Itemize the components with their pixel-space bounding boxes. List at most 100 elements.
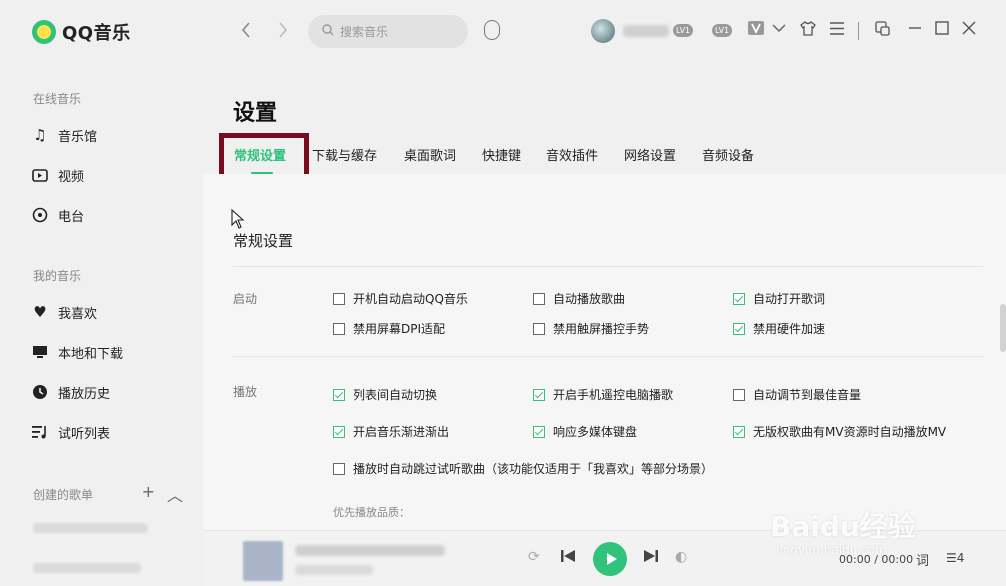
option-disable-touch-gesture[interactable]: 禁用触屏播控手势 (533, 320, 649, 337)
checkbox[interactable] (333, 292, 345, 305)
playlist-item-blurred[interactable] (33, 523, 148, 533)
sidebar-item-radio[interactable]: 电台 (31, 204, 84, 226)
checkbox-checked[interactable] (333, 425, 345, 438)
sidebar-item-trial-list[interactable]: 试听列表 (31, 421, 110, 443)
checkbox[interactable] (733, 388, 745, 401)
option-auto-mv[interactable]: 无版权歌曲有MV资源时自动播放MV (733, 423, 946, 440)
checkbox[interactable] (333, 322, 345, 335)
option-label: 开启音乐渐进渐出 (353, 425, 450, 439)
settings-header: 设置 常规设置 下载与缓存 桌面歌词 快捷键 音效插件 网络设置 音频设备 (203, 68, 1006, 186)
app-logo[interactable]: QQ音乐 (32, 19, 131, 45)
search-placeholder: 搜索音乐 (340, 25, 389, 39)
loop-icon[interactable]: ⟳ (528, 549, 540, 565)
option-auto-play[interactable]: 自动播放歌曲 (533, 290, 625, 307)
add-playlist-icon[interactable]: + (142, 482, 155, 506)
top-bar: 搜索音乐 LV1 LV1 (203, 0, 1006, 68)
tab-network[interactable]: 网络设置 (624, 145, 676, 164)
checkbox-checked[interactable] (333, 388, 345, 401)
checkbox[interactable] (333, 462, 345, 475)
voice-search-icon[interactable] (484, 20, 500, 40)
checkbox-checked[interactable] (533, 425, 545, 438)
option-label: 播放时自动跳过试听歌曲（该功能仅适用于「我喜欢」等部分场景） (353, 462, 714, 476)
back-arrow-icon[interactable] (241, 22, 251, 43)
option-phone-remote[interactable]: 开启手机遥控电脑播歌 (533, 386, 673, 403)
option-disable-dpi[interactable]: 禁用屏幕DPI适配 (333, 320, 445, 337)
video-icon (31, 166, 49, 184)
song-actions-blurred (295, 565, 373, 575)
sidebar-item-label: 音乐馆 (58, 129, 98, 145)
menu-icon[interactable] (830, 21, 844, 39)
section-created-playlists: 创建的歌单 (33, 487, 94, 502)
play-queue-button[interactable]: ☰4 (946, 551, 964, 565)
tab-shortcuts[interactable]: 快捷键 (482, 145, 521, 164)
option-label: 开机自动启动QQ音乐 (353, 292, 468, 306)
play-button[interactable] (593, 542, 627, 576)
v-badge-icon[interactable] (748, 21, 764, 39)
volume-icon[interactable]: ◐ (675, 549, 687, 565)
option-disable-hw-accel[interactable]: 禁用硬件加速 (733, 320, 825, 337)
option-list-auto-switch[interactable]: 列表间自动切换 (333, 386, 437, 403)
option-auto-volume[interactable]: 自动调节到最佳音量 (733, 386, 861, 403)
mouse-cursor-icon (231, 208, 245, 233)
collapse-icon[interactable]: ︿ (167, 482, 183, 506)
sidebar-item-favorites[interactable]: ♥ 我喜欢 (31, 301, 97, 323)
tab-desktop-lyrics[interactable]: 桌面歌词 (404, 145, 456, 164)
vip-badge[interactable]: LV1 (673, 24, 694, 37)
search-input[interactable]: 搜索音乐 (308, 15, 468, 48)
group-label-startup: 启动 (233, 292, 258, 306)
option-label: 开启手机遥控电脑播歌 (553, 388, 674, 402)
skin-icon[interactable] (800, 21, 816, 40)
sidebar-item-label: 视频 (58, 169, 85, 185)
checkbox-checked[interactable] (733, 322, 745, 335)
playlist-item-blurred[interactable] (33, 563, 141, 573)
checkbox[interactable] (533, 292, 545, 305)
tab-download-cache[interactable]: 下载与缓存 (312, 145, 377, 164)
sidebar-item-label: 本地和下载 (58, 346, 124, 362)
song-title-blurred[interactable] (295, 545, 445, 556)
sidebar-item-label: 试听列表 (58, 426, 111, 442)
checkbox[interactable] (533, 322, 545, 335)
checkbox-checked[interactable] (533, 388, 545, 401)
minimize-icon[interactable] (908, 21, 922, 39)
divider (233, 356, 983, 357)
mini-mode-icon[interactable] (875, 21, 890, 40)
quality-label: 优先播放品质： (333, 506, 410, 519)
search-icon (322, 24, 334, 39)
option-media-keys[interactable]: 响应多媒体键盘 (533, 423, 637, 440)
previous-icon[interactable] (560, 549, 576, 567)
level-badge[interactable]: LV1 (712, 24, 733, 37)
sidebar-item-video[interactable]: 视频 (31, 164, 84, 186)
close-icon[interactable] (962, 21, 976, 39)
sidebar-item-local-downloads[interactable]: 本地和下载 (31, 341, 123, 363)
album-cover[interactable] (243, 541, 283, 581)
option-label: 禁用触屏播控手势 (553, 322, 650, 336)
option-skip-trial[interactable]: 播放时自动跳过试听歌曲（该功能仅适用于「我喜欢」等部分场景） (333, 460, 713, 477)
option-auto-launch[interactable]: 开机自动启动QQ音乐 (333, 290, 468, 307)
lyric-button[interactable]: 词 (916, 550, 929, 569)
sidebar-item-history[interactable]: 播放历史 (31, 381, 110, 403)
tab-audio-device[interactable]: 音频设备 (702, 145, 754, 164)
scrollbar[interactable] (1000, 304, 1006, 352)
page-title: 设置 (233, 101, 278, 126)
avatar[interactable] (591, 19, 615, 43)
checkbox-checked[interactable] (733, 292, 745, 305)
toolbar-divider (858, 22, 859, 40)
option-auto-open-lyrics[interactable]: 自动打开歌词 (733, 290, 825, 307)
playlist-icon (31, 423, 49, 441)
option-label: 自动播放歌曲 (553, 292, 626, 306)
tab-sound-plugins[interactable]: 音效插件 (546, 145, 598, 164)
sidebar-item-label: 我喜欢 (58, 306, 98, 322)
queue-icon: ☰ (946, 551, 957, 565)
group-label-playback: 播放 (233, 385, 258, 399)
maximize-icon[interactable] (935, 21, 949, 39)
chevron-down-icon[interactable] (772, 21, 786, 39)
username-blurred[interactable] (623, 25, 669, 37)
forward-arrow-icon[interactable] (278, 22, 288, 43)
section-title: 常规设置 (233, 232, 294, 250)
checkbox-checked[interactable] (733, 425, 745, 438)
option-label: 禁用屏幕DPI适配 (353, 322, 446, 336)
next-icon[interactable] (643, 549, 659, 567)
sidebar-item-music-hall[interactable]: ♫ 音乐馆 (31, 124, 97, 146)
app-name: QQ音乐 (62, 23, 131, 44)
option-fade[interactable]: 开启音乐渐进渐出 (333, 423, 449, 440)
